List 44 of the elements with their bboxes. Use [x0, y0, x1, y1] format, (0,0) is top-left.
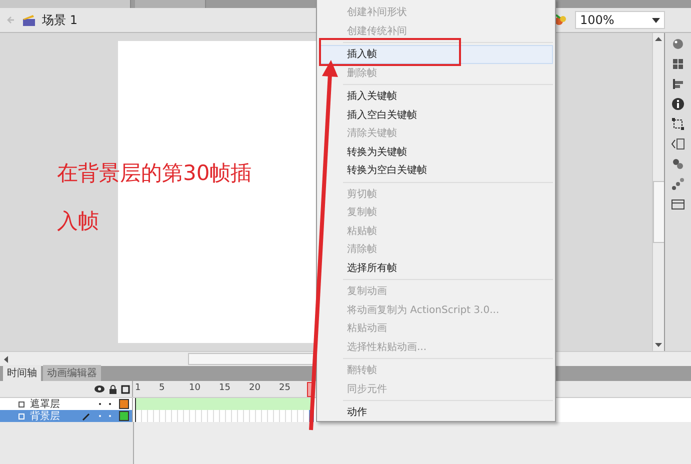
grid-icon[interactable]	[671, 57, 685, 71]
menu-item[interactable]: 转换为空白关键帧	[319, 161, 553, 180]
zoom-dropdown[interactable]: 100%	[575, 11, 665, 29]
caret-icon	[652, 18, 660, 22]
frame-number: 25	[279, 383, 290, 393]
timeline-tab[interactable]: 动画编辑器	[43, 365, 101, 381]
outline-icon[interactable]	[121, 384, 130, 394]
scroll-up-icon[interactable]	[655, 37, 662, 41]
timeline-tab[interactable]: 时间轴	[3, 365, 41, 381]
library-icon[interactable]	[671, 197, 685, 211]
layer-name: 背景层	[30, 410, 60, 423]
frame-number: 20	[249, 383, 260, 393]
menu-item[interactable]: 插入空白关键帧	[319, 106, 553, 124]
eye-icon[interactable]	[94, 385, 105, 393]
menu-item[interactable]: 动作	[319, 403, 553, 422]
scroll-thumb[interactable]	[652, 181, 664, 243]
frame-number: 1	[135, 383, 141, 393]
scene-label[interactable]: 场景 1	[42, 12, 78, 28]
layer-name: 遮罩层	[30, 398, 60, 410]
layer-row[interactable]: 背景层	[0, 410, 133, 422]
lock-icon[interactable]	[109, 384, 117, 394]
frame-number: 10	[189, 383, 200, 393]
code-icon[interactable]	[671, 137, 685, 151]
menu-item[interactable]: 插入帧	[319, 45, 553, 64]
frame-number: 15	[219, 383, 230, 393]
align-icon[interactable]	[671, 77, 685, 91]
clapperboard-icon	[22, 14, 36, 26]
frame-number: 5	[159, 383, 165, 393]
components-icon[interactable]	[671, 157, 685, 171]
scroll-left-icon[interactable]	[4, 356, 8, 362]
menu-item[interactable]: 选择所有帧	[319, 258, 553, 277]
palette-icon[interactable]	[671, 37, 685, 51]
pencil-icon	[82, 412, 91, 420]
layer-outline-swatch[interactable]	[119, 411, 129, 421]
scroll-down-icon[interactable]	[655, 343, 662, 347]
vertical-scrollbar[interactable]	[652, 33, 664, 351]
layer-outline-swatch[interactable]	[119, 399, 129, 409]
layer-row[interactable]: 遮罩层	[0, 398, 133, 410]
menu-item[interactable]: 插入关键帧	[319, 87, 553, 106]
info-icon[interactable]	[671, 97, 685, 111]
annotation-text: 在背景层的第30帧插入帧	[57, 160, 253, 235]
menu-item[interactable]: 转换为关键帧	[319, 142, 553, 161]
dots-icon[interactable]	[671, 177, 685, 191]
transform-icon[interactable]	[671, 117, 685, 131]
